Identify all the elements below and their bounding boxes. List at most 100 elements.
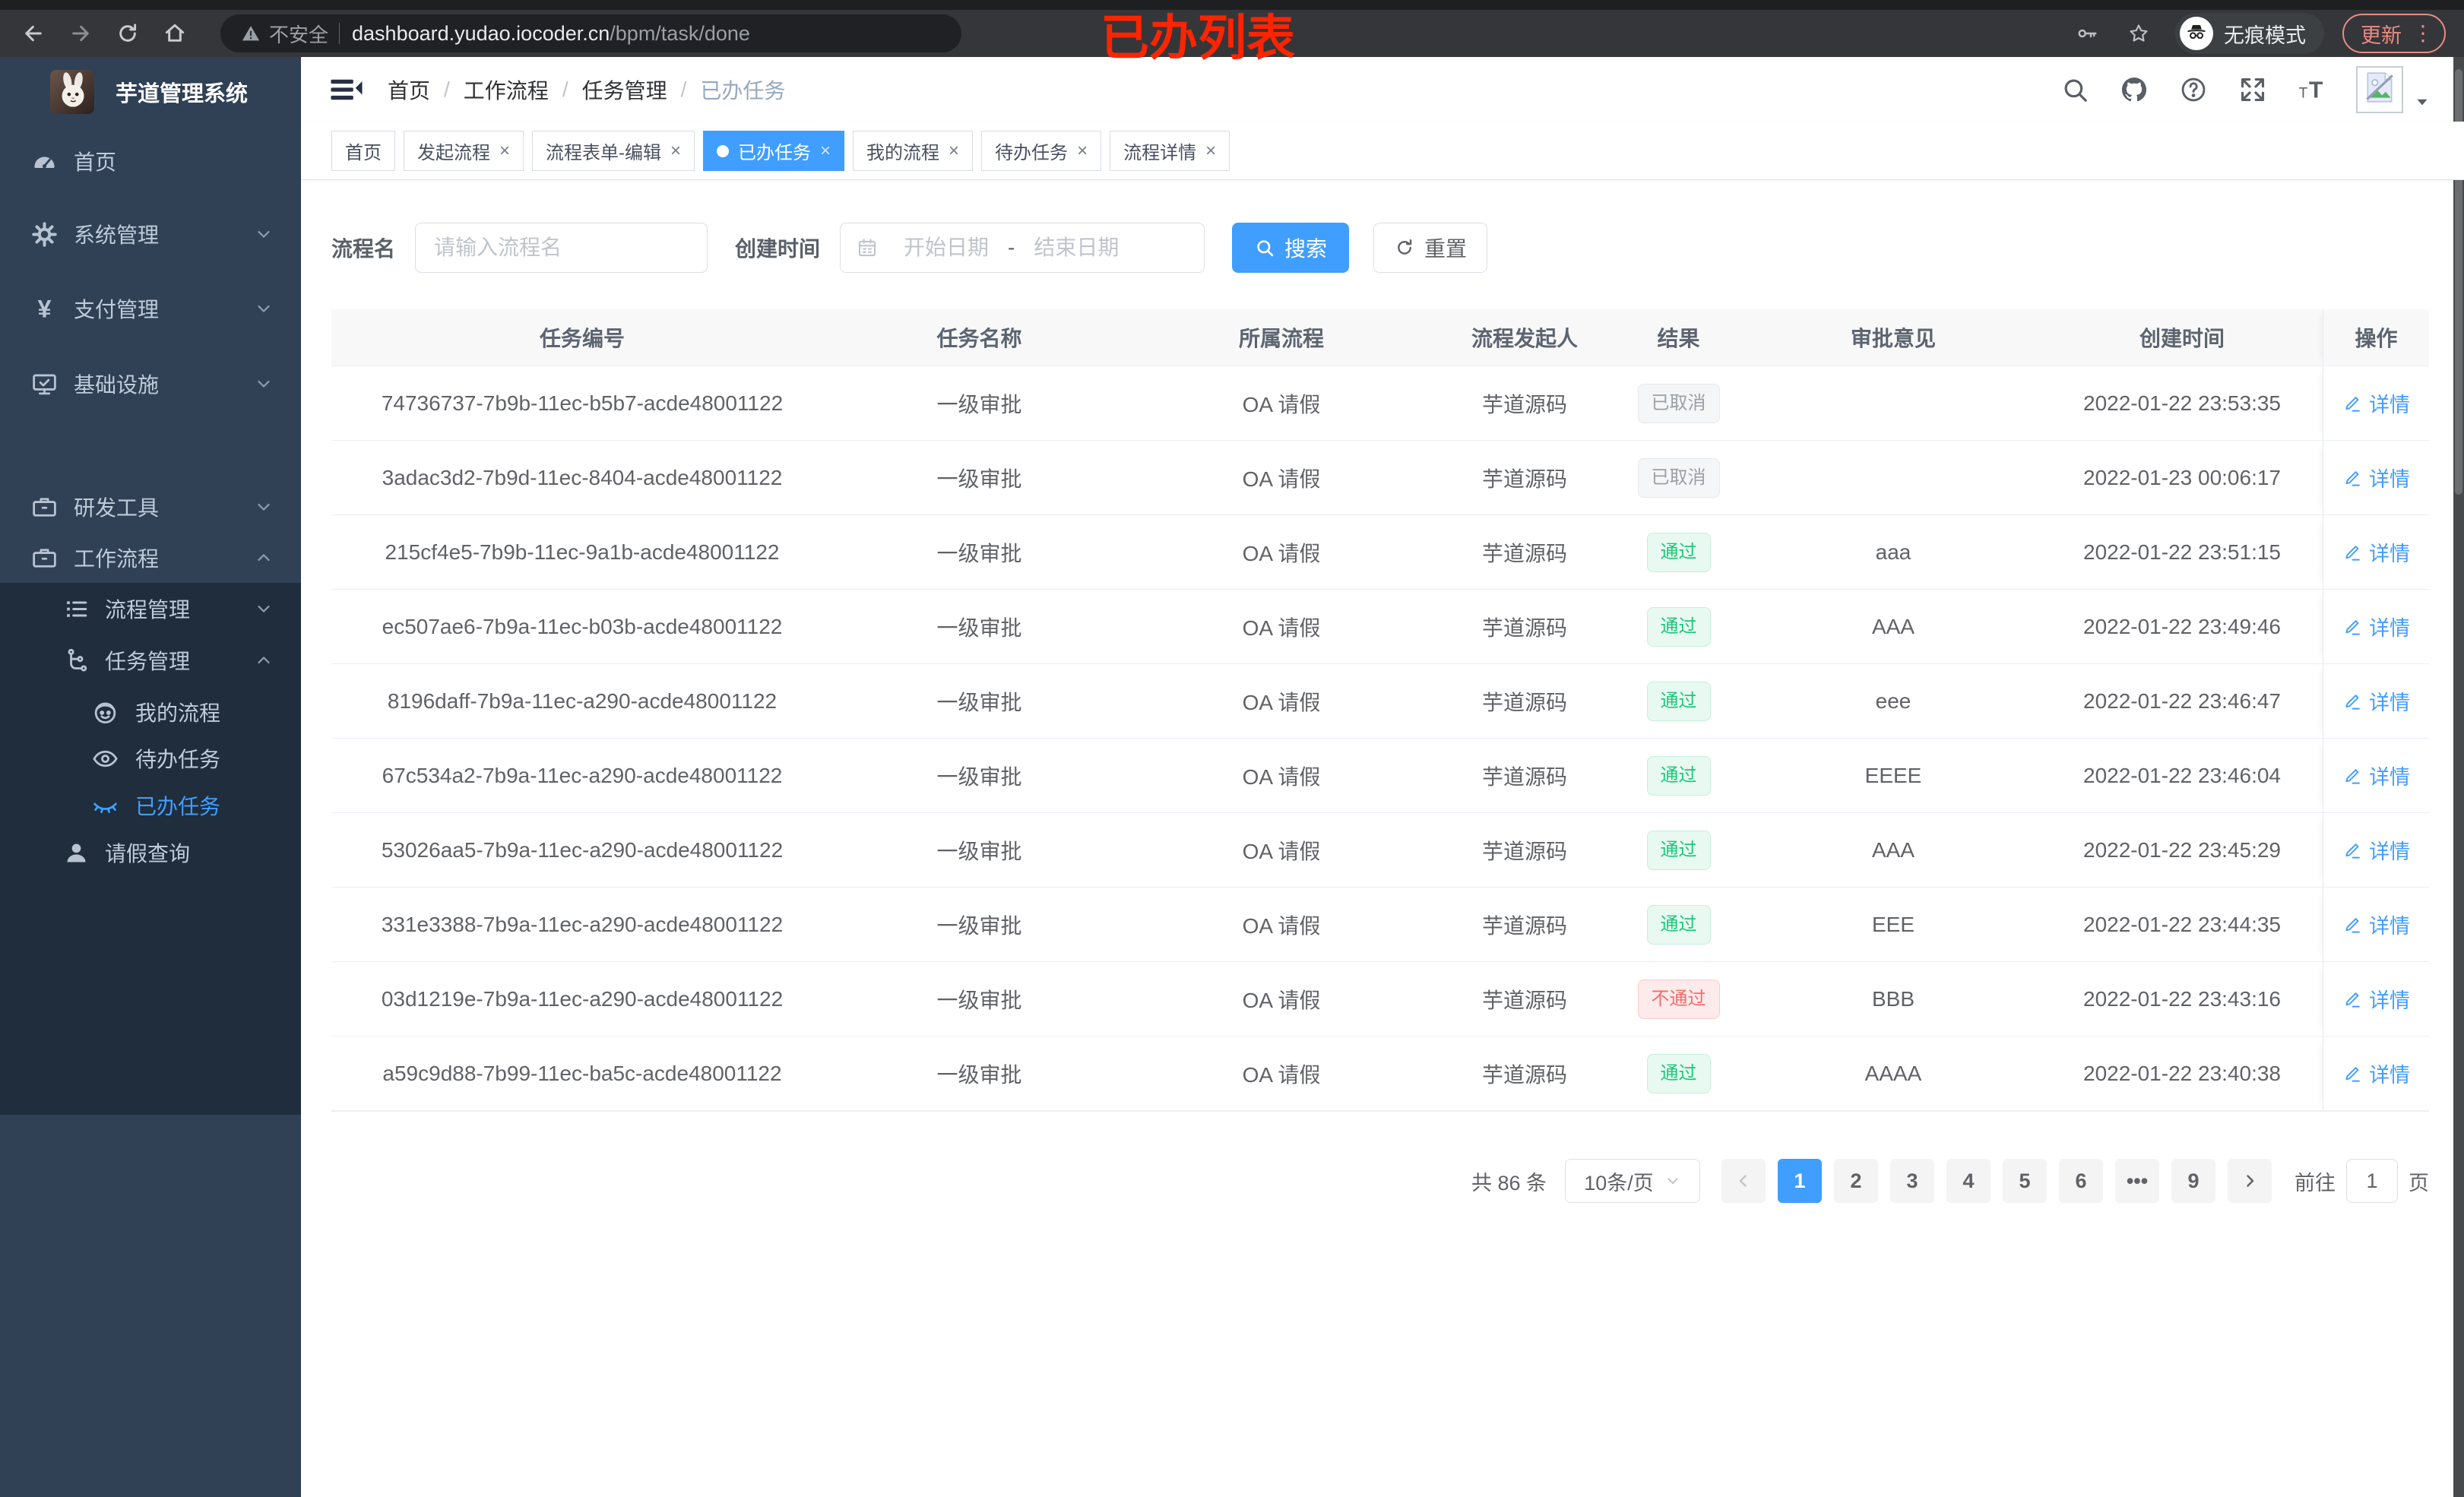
breadcrumb-item[interactable]: 任务管理 <box>582 74 667 105</box>
sidebar-item-my-process[interactable]: 我的流程 <box>0 687 301 737</box>
page-button-3[interactable]: 3 <box>1890 1159 1934 1203</box>
task-name: 一级审批 <box>936 467 1022 491</box>
tab-todo-tasks[interactable]: 待办任务 × <box>981 131 1102 171</box>
sidebar-item-system[interactable]: 系统管理 <box>0 197 301 271</box>
update-label: 更新 <box>2361 24 2402 47</box>
close-icon[interactable]: × <box>949 141 959 160</box>
page-button-5[interactable]: 5 <box>2003 1159 2047 1203</box>
font-size-icon[interactable]: TT <box>2295 73 2329 106</box>
goto-page-input[interactable] <box>2346 1159 2398 1203</box>
main-area: 首页 / 工作流程 / 任务管理 / 已办任务 TT 首页 发起流程 × 流程表单-编辑 × 已办任务… <box>301 57 2464 1497</box>
sidebar-item-label: 我的流程 <box>135 701 221 725</box>
home-icon[interactable] <box>160 18 190 49</box>
reset-button[interactable]: 重置 <box>1373 223 1488 273</box>
close-icon[interactable]: × <box>499 141 510 160</box>
page-scrollbar[interactable] <box>2453 57 2464 1497</box>
browser-menu-icon[interactable]: ⋮ <box>2412 23 2434 44</box>
sidebar-item-leave-query[interactable]: 请假查询 <box>0 828 301 878</box>
task-id: ec507ae6-7b9a-11ec-b03b-acde48001122 <box>382 614 783 638</box>
detail-label: 详情 <box>2369 468 2410 491</box>
sidebar-item-done-tasks[interactable]: 已办任务 <box>0 780 301 831</box>
sidebar-item-home[interactable]: 首页 <box>0 124 301 198</box>
date-range-picker[interactable]: - <box>840 223 1205 273</box>
tab-form-edit[interactable]: 流程表单-编辑 × <box>532 131 695 171</box>
refresh-icon <box>1394 237 1424 258</box>
page-size-select[interactable]: 10条/页 <box>1565 1159 1700 1203</box>
breadcrumb-item[interactable]: 首页 <box>388 74 430 105</box>
github-icon[interactable] <box>2117 73 2151 106</box>
caret-down-icon[interactable] <box>2414 93 2431 110</box>
detail-link[interactable]: 详情 <box>2342 835 2410 865</box>
start-date-input[interactable] <box>889 236 1004 260</box>
detail-link[interactable]: 详情 <box>2342 686 2410 716</box>
detail-link[interactable]: 详情 <box>2342 537 2410 567</box>
user-menu[interactable] <box>2356 65 2431 113</box>
end-date-input[interactable] <box>1019 236 1134 260</box>
search-button[interactable]: 搜索 <box>1232 223 1350 273</box>
prev-page-button[interactable] <box>1721 1159 1766 1203</box>
operation-cell: 详情 <box>2323 441 2429 514</box>
detail-link[interactable]: 详情 <box>2342 761 2410 790</box>
reload-icon[interactable] <box>112 18 143 49</box>
update-button[interactable]: 更新 ⋮ <box>2342 14 2446 53</box>
process-name: OA 请假 <box>1242 913 1321 938</box>
status-badge: 已取消 <box>1637 457 1720 498</box>
password-key-icon[interactable] <box>2072 18 2102 49</box>
detail-link[interactable]: 详情 <box>2342 612 2410 641</box>
create-time: 2022-01-22 23:46:47 <box>2083 688 2281 713</box>
page-button-2[interactable]: 2 <box>1834 1159 1878 1203</box>
sidebar-item-infra[interactable]: 基础设施 <box>0 347 301 421</box>
svg-text:T: T <box>2309 78 2323 103</box>
list-icon <box>62 595 90 623</box>
detail-link[interactable]: 详情 <box>2342 984 2410 1014</box>
url-bar[interactable]: 不安全 dashboard.yudao.iocoder.cn/bpm/task/… <box>220 14 961 52</box>
sidebar-item-todo-tasks[interactable]: 待办任务 <box>0 733 301 783</box>
detail-link[interactable]: 详情 <box>2342 388 2410 418</box>
back-icon[interactable] <box>18 18 49 49</box>
close-icon[interactable]: × <box>1205 141 1216 160</box>
status-badge: 通过 <box>1646 1053 1711 1093</box>
chevron-down-icon <box>254 599 274 619</box>
total-count: 共 86 条 <box>1471 1171 1547 1195</box>
column-header: 操作 <box>2323 309 2429 366</box>
page-button-6[interactable]: 6 <box>2059 1159 2103 1203</box>
close-icon[interactable]: × <box>1077 141 1088 160</box>
tab-process-detail[interactable]: 流程详情 × <box>1110 131 1230 171</box>
breadcrumb-item[interactable]: 工作流程 <box>464 74 549 105</box>
sidebar-item-payment[interactable]: ¥ 支付管理 <box>0 271 301 346</box>
close-icon[interactable]: × <box>670 141 681 160</box>
collapse-sidebar-icon[interactable] <box>330 74 365 105</box>
tab-my-process[interactable]: 我的流程 × <box>853 131 974 171</box>
sidebar-item-label: 支付管理 <box>74 298 160 321</box>
column-header: 所属流程 <box>1238 327 1324 350</box>
close-icon[interactable]: × <box>820 141 831 160</box>
page-button-4[interactable]: 4 <box>1946 1159 1991 1203</box>
page-ellipsis-button[interactable]: ••• <box>2115 1159 2159 1203</box>
tab-home[interactable]: 首页 <box>331 131 395 171</box>
page-button-1[interactable]: 1 <box>1778 1159 1822 1203</box>
process-name-input[interactable] <box>415 223 708 273</box>
search-icon[interactable] <box>2058 73 2092 106</box>
detail-link[interactable]: 详情 <box>2342 463 2410 492</box>
detail-link[interactable]: 详情 <box>2342 910 2410 939</box>
tab-done-tasks[interactable]: 已办任务 × <box>703 131 845 171</box>
task-id: 331e3388-7b9a-11ec-a290-acde48001122 <box>381 912 784 936</box>
sidebar-item-task-mgmt[interactable]: 任务管理 <box>0 635 301 685</box>
help-icon[interactable] <box>2177 73 2210 106</box>
fullscreen-icon[interactable] <box>2236 73 2269 106</box>
url-text: dashboard.yudao.iocoder.cn/bpm/task/done <box>352 22 750 46</box>
sidebar-item-label: 首页 <box>74 150 117 174</box>
tab-launch-process[interactable]: 发起流程 × <box>404 131 524 171</box>
create-time: 2022-01-22 23:46:04 <box>2083 763 2281 787</box>
forward-icon[interactable] <box>65 18 96 49</box>
detail-link[interactable]: 详情 <box>2342 1059 2410 1088</box>
task-table: 任务编号 任务名称 所属流程 流程发起人 结果 审批意见 创建时间 操作 74736737-7… <box>331 309 2429 1112</box>
bookmark-star-icon[interactable] <box>2124 18 2154 49</box>
avatar[interactable] <box>2356 65 2403 113</box>
logo-row[interactable]: 芋道管理系统 <box>0 68 301 116</box>
sidebar-item-process-mgmt[interactable]: 流程管理 <box>0 584 301 634</box>
page-button-9[interactable]: 9 <box>2171 1159 2215 1203</box>
next-page-button[interactable] <box>2228 1159 2272 1203</box>
approve-comment <box>1745 441 2041 514</box>
filter-form: 流程名 创建时间 - 搜索 重置 <box>331 223 2434 273</box>
